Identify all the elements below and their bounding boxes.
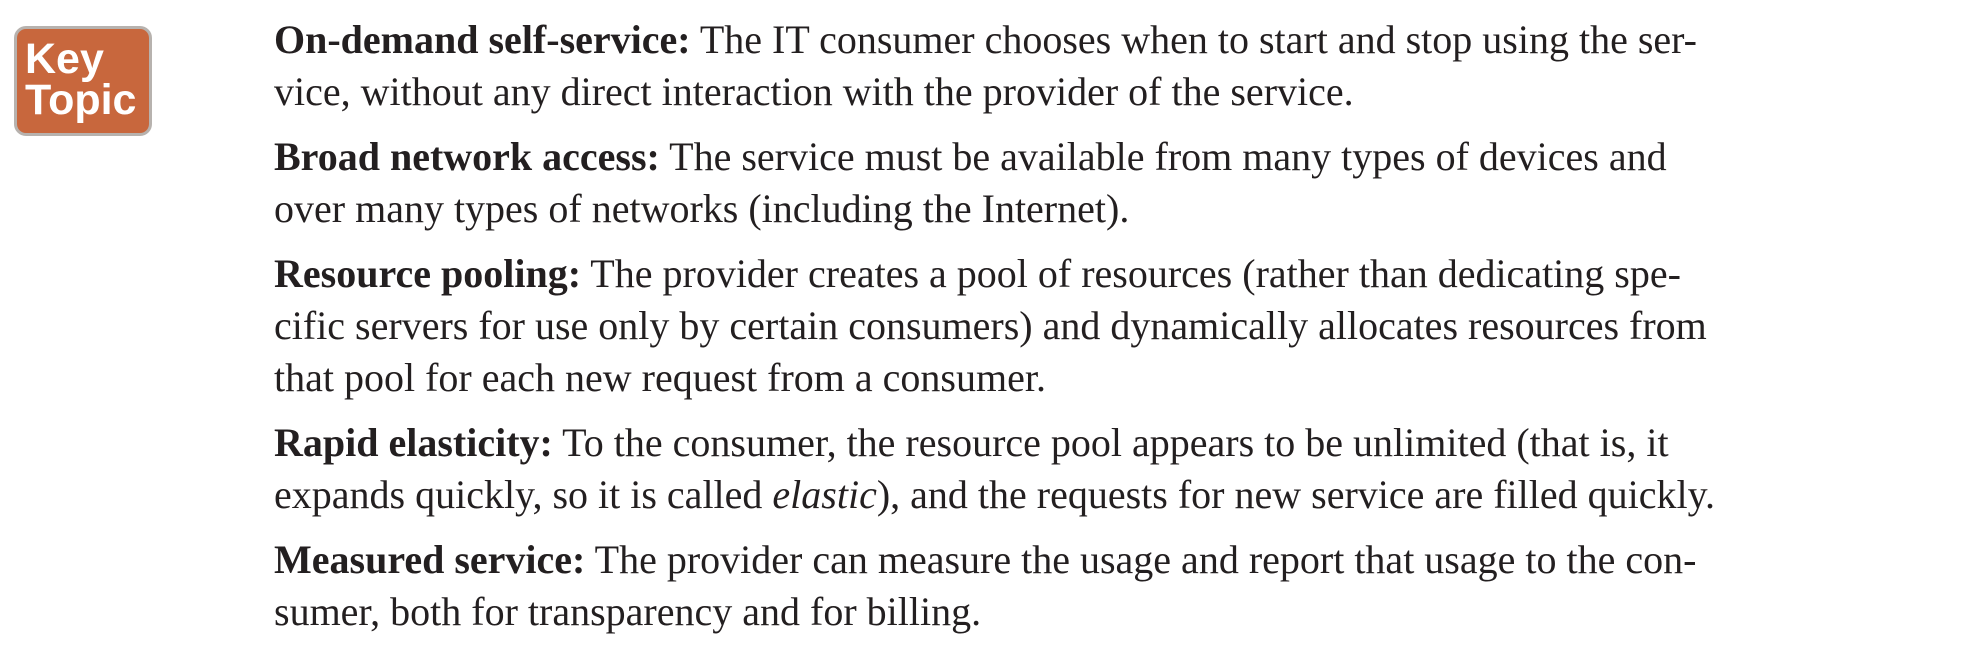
- definition-line: over many types of networks (including t…: [274, 186, 1130, 231]
- definition-line: Measured service: The provider can measu…: [274, 534, 1974, 586]
- definition-text: The IT consumer chooses when to start an…: [690, 17, 1697, 62]
- definition-resource-pooling: Resource pooling: The provider creates a…: [274, 248, 1974, 404]
- definition-line: vice, without any direct interaction wit…: [274, 69, 1354, 114]
- definition-line: On-demand self-service: The IT consumer …: [274, 14, 1974, 66]
- definition-term: Broad network access:: [274, 134, 660, 179]
- definition-line: Rapid elasticity: To the consumer, the r…: [274, 417, 1974, 469]
- definition-line: Resource pooling: The provider creates a…: [274, 248, 1974, 300]
- definition-term: Measured service:: [274, 537, 586, 582]
- definition-line: Broad network access: The service must b…: [274, 131, 1974, 183]
- key-topic-badge-line2: Topic: [25, 76, 137, 124]
- definition-term: Resource pooling:: [274, 251, 582, 296]
- key-topic-badge: Key Topic: [14, 26, 152, 136]
- definition-line: sumer, both for transparency and for bil…: [274, 589, 982, 634]
- definition-line: cific servers for use only by certain co…: [274, 303, 1707, 348]
- definition-term: On-demand self-service:: [274, 17, 691, 62]
- definition-text: The service must be available from many …: [659, 134, 1667, 179]
- definition-on-demand-self-service: On-demand self-service: The IT consumer …: [274, 14, 1974, 118]
- definition-text: expands quickly, so it is called: [274, 472, 773, 517]
- definition-line: expands quickly, so it is called elastic…: [274, 469, 1974, 521]
- definition-line: that pool for each new request from a co…: [274, 355, 1046, 400]
- definition-measured-service: Measured service: The provider can measu…: [274, 534, 1974, 638]
- definition-text: ), and the requests for new service are …: [876, 472, 1716, 517]
- definition-broad-network-access: Broad network access: The service must b…: [274, 131, 1974, 235]
- definition-text: To the consumer, the resource pool appea…: [552, 420, 1669, 465]
- emphasis-term: elastic: [772, 472, 877, 517]
- definition-term: Rapid elasticity:: [274, 420, 553, 465]
- definition-list: On-demand self-service: The IT consumer …: [274, 14, 1974, 651]
- definition-rapid-elasticity: Rapid elasticity: To the consumer, the r…: [274, 417, 1974, 521]
- definition-text: The provider can measure the usage and r…: [585, 537, 1697, 582]
- key-topic-badge-line1: Key: [25, 35, 104, 83]
- definition-text: The provider creates a pool of resources…: [581, 251, 1681, 296]
